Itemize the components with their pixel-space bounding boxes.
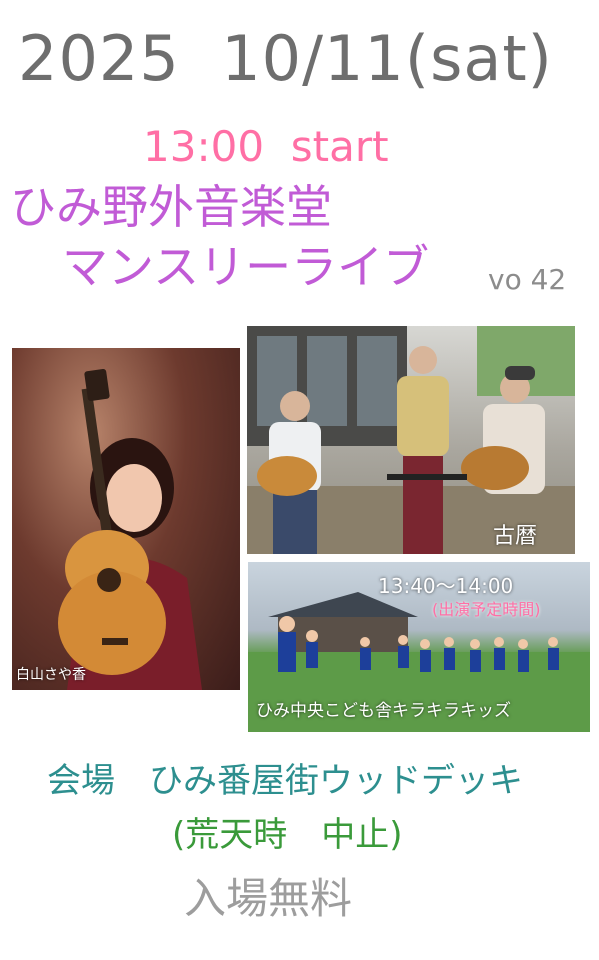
solo-performer-name: 白山さや香 [16,667,86,683]
start-time: 13:00 start [143,122,389,171]
venue-label: 会場 ひみ番屋街ウッドデッキ [47,761,523,801]
event-title-venue: ひみ野外音楽堂 [10,180,332,234]
event-title-series: マンスリーライブ [62,240,430,294]
band-illustration [247,326,575,554]
band-photo: 古暦 [247,326,575,554]
kids-group-name: ひみ中央こども舎キラキラキッズ [256,701,511,721]
volume-number: vo 42 [488,263,567,296]
solo-performer-illustration [58,369,202,690]
solo-performer-photo: 白山さや香 [12,348,240,690]
event-date: 2025 10/11(sat) [18,22,553,95]
kids-performance-time: 13:40～14:00 [378,574,514,598]
kids-group-photo: 13:40～14:00 (出演予定時間) ひみ中央こども舎キラキラキッズ [248,562,590,732]
kids-time-note: (出演予定時間) [432,600,541,619]
admission-free: 入場無料 [184,874,353,923]
weather-note: (荒天時 中止) [172,815,403,855]
band-name: 古暦 [492,524,537,549]
